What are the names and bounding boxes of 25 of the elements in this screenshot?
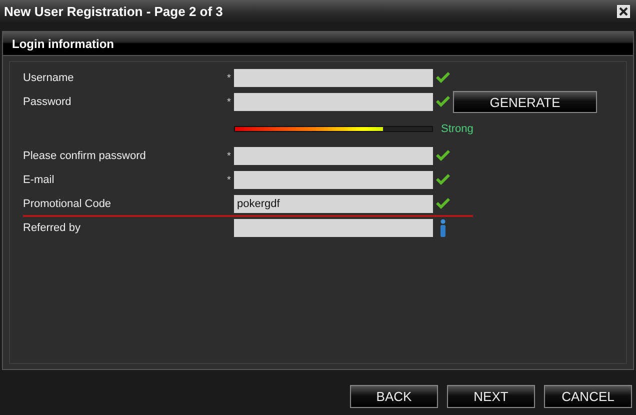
field-label: E-mail: [23, 174, 56, 186]
generate-button[interactable]: GENERATE: [453, 91, 597, 113]
input-field[interactable]: [234, 147, 433, 165]
required-marker: *: [227, 96, 231, 108]
footer-button[interactable]: CANCEL: [544, 384, 632, 408]
required-marker: *: [227, 72, 231, 84]
footer-button[interactable]: BACK: [350, 384, 438, 408]
required-marker: *: [227, 150, 231, 162]
input-field[interactable]: [234, 219, 433, 237]
panel-title: Login information: [12, 36, 114, 50]
close-button[interactable]: [617, 4, 630, 18]
input-field[interactable]: [234, 171, 433, 189]
field-label: Username: [23, 72, 75, 84]
window-title: New User Registration - Page 2 of 3: [4, 4, 223, 18]
footer-button[interactable]: NEXT: [447, 384, 535, 408]
field-label: Please confirm password: [23, 150, 147, 162]
input-field[interactable]: [234, 93, 433, 111]
required-marker: *: [227, 174, 231, 186]
field-label: Password: [23, 96, 72, 108]
input-field[interactable]: [234, 69, 433, 87]
input-field[interactable]: pokergdf: [234, 195, 433, 213]
field-label: Promotional Code: [23, 198, 112, 210]
field-label: Referred by: [23, 222, 82, 234]
strength-label: Strong: [441, 123, 474, 135]
close-icon: [619, 6, 628, 16]
